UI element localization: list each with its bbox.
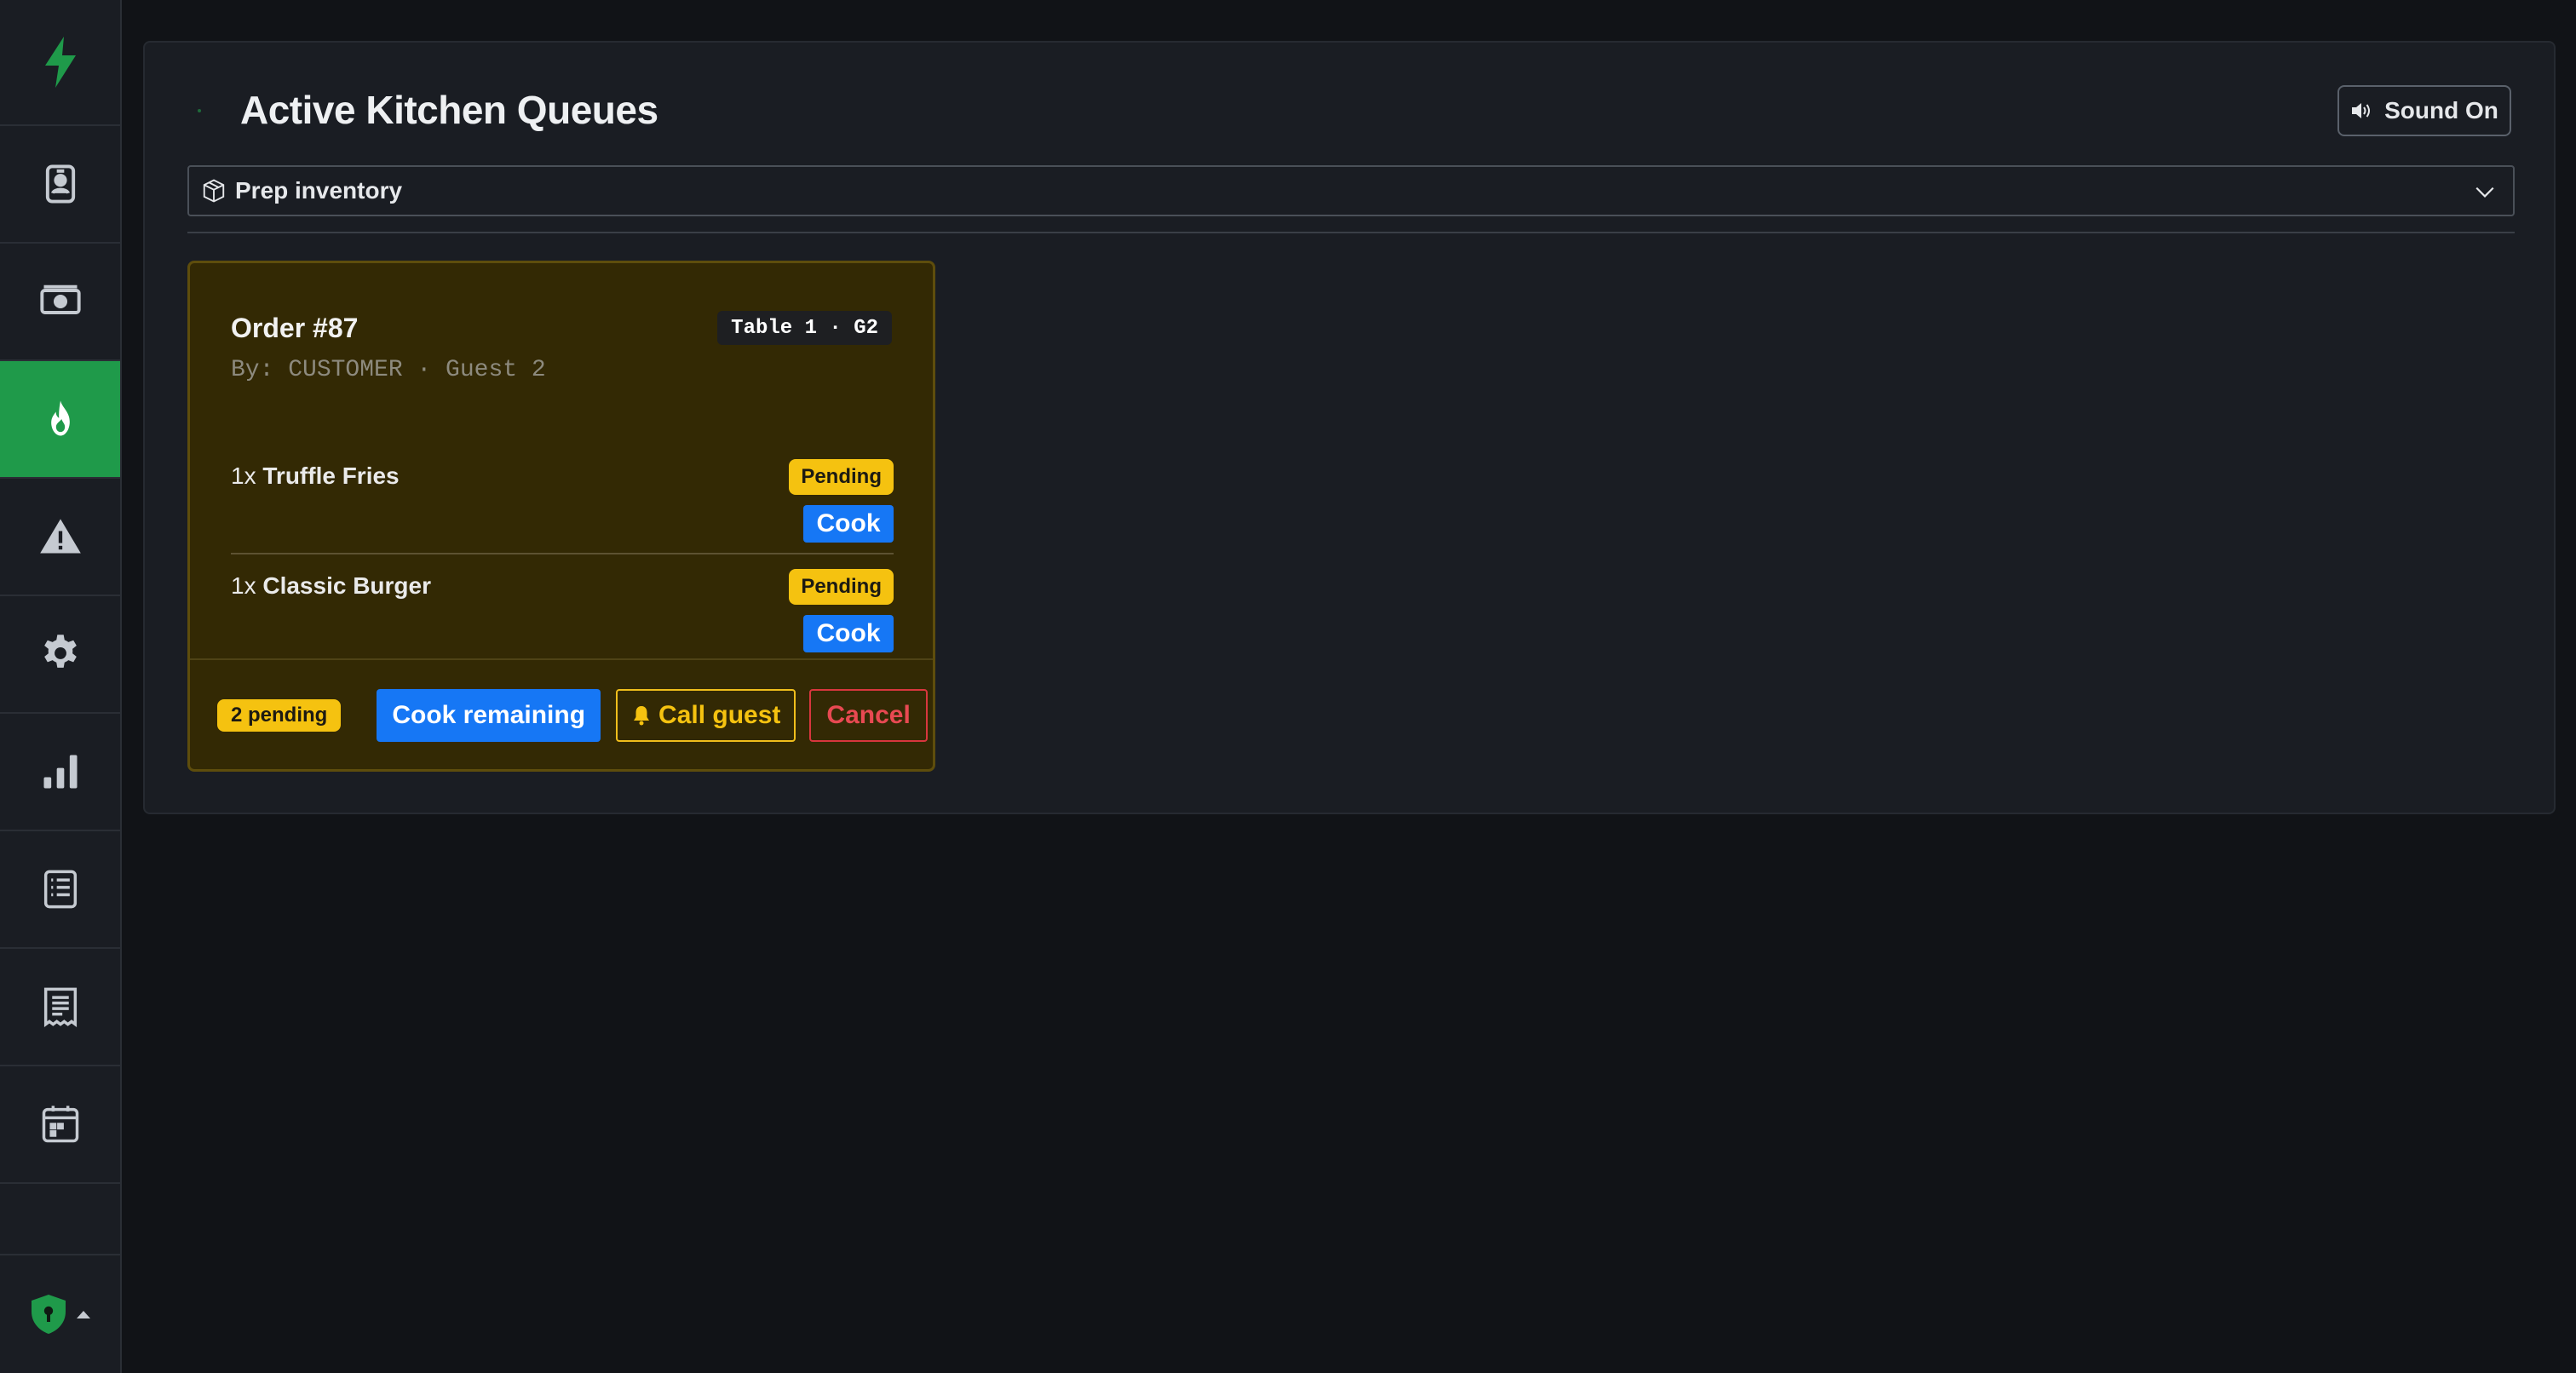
fire-icon: [50, 400, 70, 436]
sound-toggle-button[interactable]: Sound On: [2337, 85, 2511, 136]
sidebar-item-reports[interactable]: [0, 714, 120, 831]
table-badge: Table 1 · G2: [717, 311, 892, 345]
bell-icon: [634, 706, 650, 726]
cancel-order-button[interactable]: Cancel: [809, 689, 928, 742]
item-name: Truffle Fries: [262, 462, 400, 489]
speaker-icon: [2352, 103, 2371, 118]
cook-item-button[interactable]: Cook: [803, 505, 894, 543]
calendar-icon: [42, 1106, 78, 1143]
caret-up-icon: [76, 1311, 90, 1318]
sidebar-item-cash[interactable]: [0, 244, 120, 361]
cash-icon: [39, 284, 81, 314]
id-badge-icon: [45, 164, 75, 204]
order-title: Order #87: [231, 313, 359, 343]
bar-chart-icon: [43, 755, 77, 789]
item-qty: 1x: [231, 572, 256, 599]
sidebar: [0, 0, 122, 1373]
pending-count-badge: 2 pending: [217, 699, 342, 732]
status-badge: Pending: [789, 459, 894, 495]
status-badge: Pending: [789, 569, 894, 605]
sidebar-item-kitchen[interactable]: [0, 361, 120, 479]
order-actions: 2 pending Cook remaining Call guest Canc…: [217, 689, 928, 742]
sidebar-item-settings[interactable]: [0, 596, 120, 714]
order-item-text: 1x Classic Burger: [231, 572, 431, 600]
chevron-down-icon: [2475, 187, 2494, 198]
divider: [187, 232, 2515, 233]
order-item: 1x Truffle Fries Pending Cook: [231, 459, 894, 563]
sidebar-item-calendar[interactable]: [0, 1066, 120, 1184]
order-card: Order #87 Table 1 · G2 By: CUSTOMER · Gu…: [187, 261, 935, 772]
sidebar-item-staff[interactable]: [0, 126, 120, 244]
item-qty: 1x: [231, 462, 256, 489]
item-name: Classic Burger: [262, 572, 431, 599]
card-footer-divider: [190, 658, 933, 660]
page-title: Active Kitchen Queues: [240, 88, 658, 132]
prep-inventory-label: Prep inventory: [235, 177, 403, 204]
user-menu[interactable]: [0, 1254, 120, 1373]
logo[interactable]: [0, 0, 120, 126]
warning-icon: [39, 519, 81, 554]
prep-inventory-dropdown[interactable]: Prep inventory: [187, 165, 2515, 216]
sound-toggle-label: Sound On: [2384, 97, 2498, 124]
sidebar-item-alerts[interactable]: [0, 479, 120, 596]
item-divider: [231, 553, 894, 554]
gear-icon: [43, 635, 77, 668]
lightning-bolt-icon: [44, 37, 76, 88]
cook-item-button[interactable]: Cook: [803, 615, 894, 652]
cook-remaining-button[interactable]: Cook remaining: [377, 689, 601, 742]
sidebar-item-receipts[interactable]: [0, 949, 120, 1066]
receipt-icon: [43, 987, 77, 1028]
box-icon: [203, 179, 225, 203]
kitchen-queues-panel: Active Kitchen Queues Sound On Prep inve…: [143, 41, 2556, 814]
shield-lock-icon: [31, 1295, 66, 1334]
call-guest-label: Call guest: [658, 701, 781, 729]
order-item-text: 1x Truffle Fries: [231, 462, 400, 490]
checklist-icon: [43, 870, 77, 909]
status-dot: [198, 109, 201, 112]
order-by-line: By: CUSTOMER · Guest 2: [231, 357, 546, 383]
sidebar-item-checklist[interactable]: [0, 831, 120, 949]
call-guest-button[interactable]: Call guest: [616, 689, 796, 742]
